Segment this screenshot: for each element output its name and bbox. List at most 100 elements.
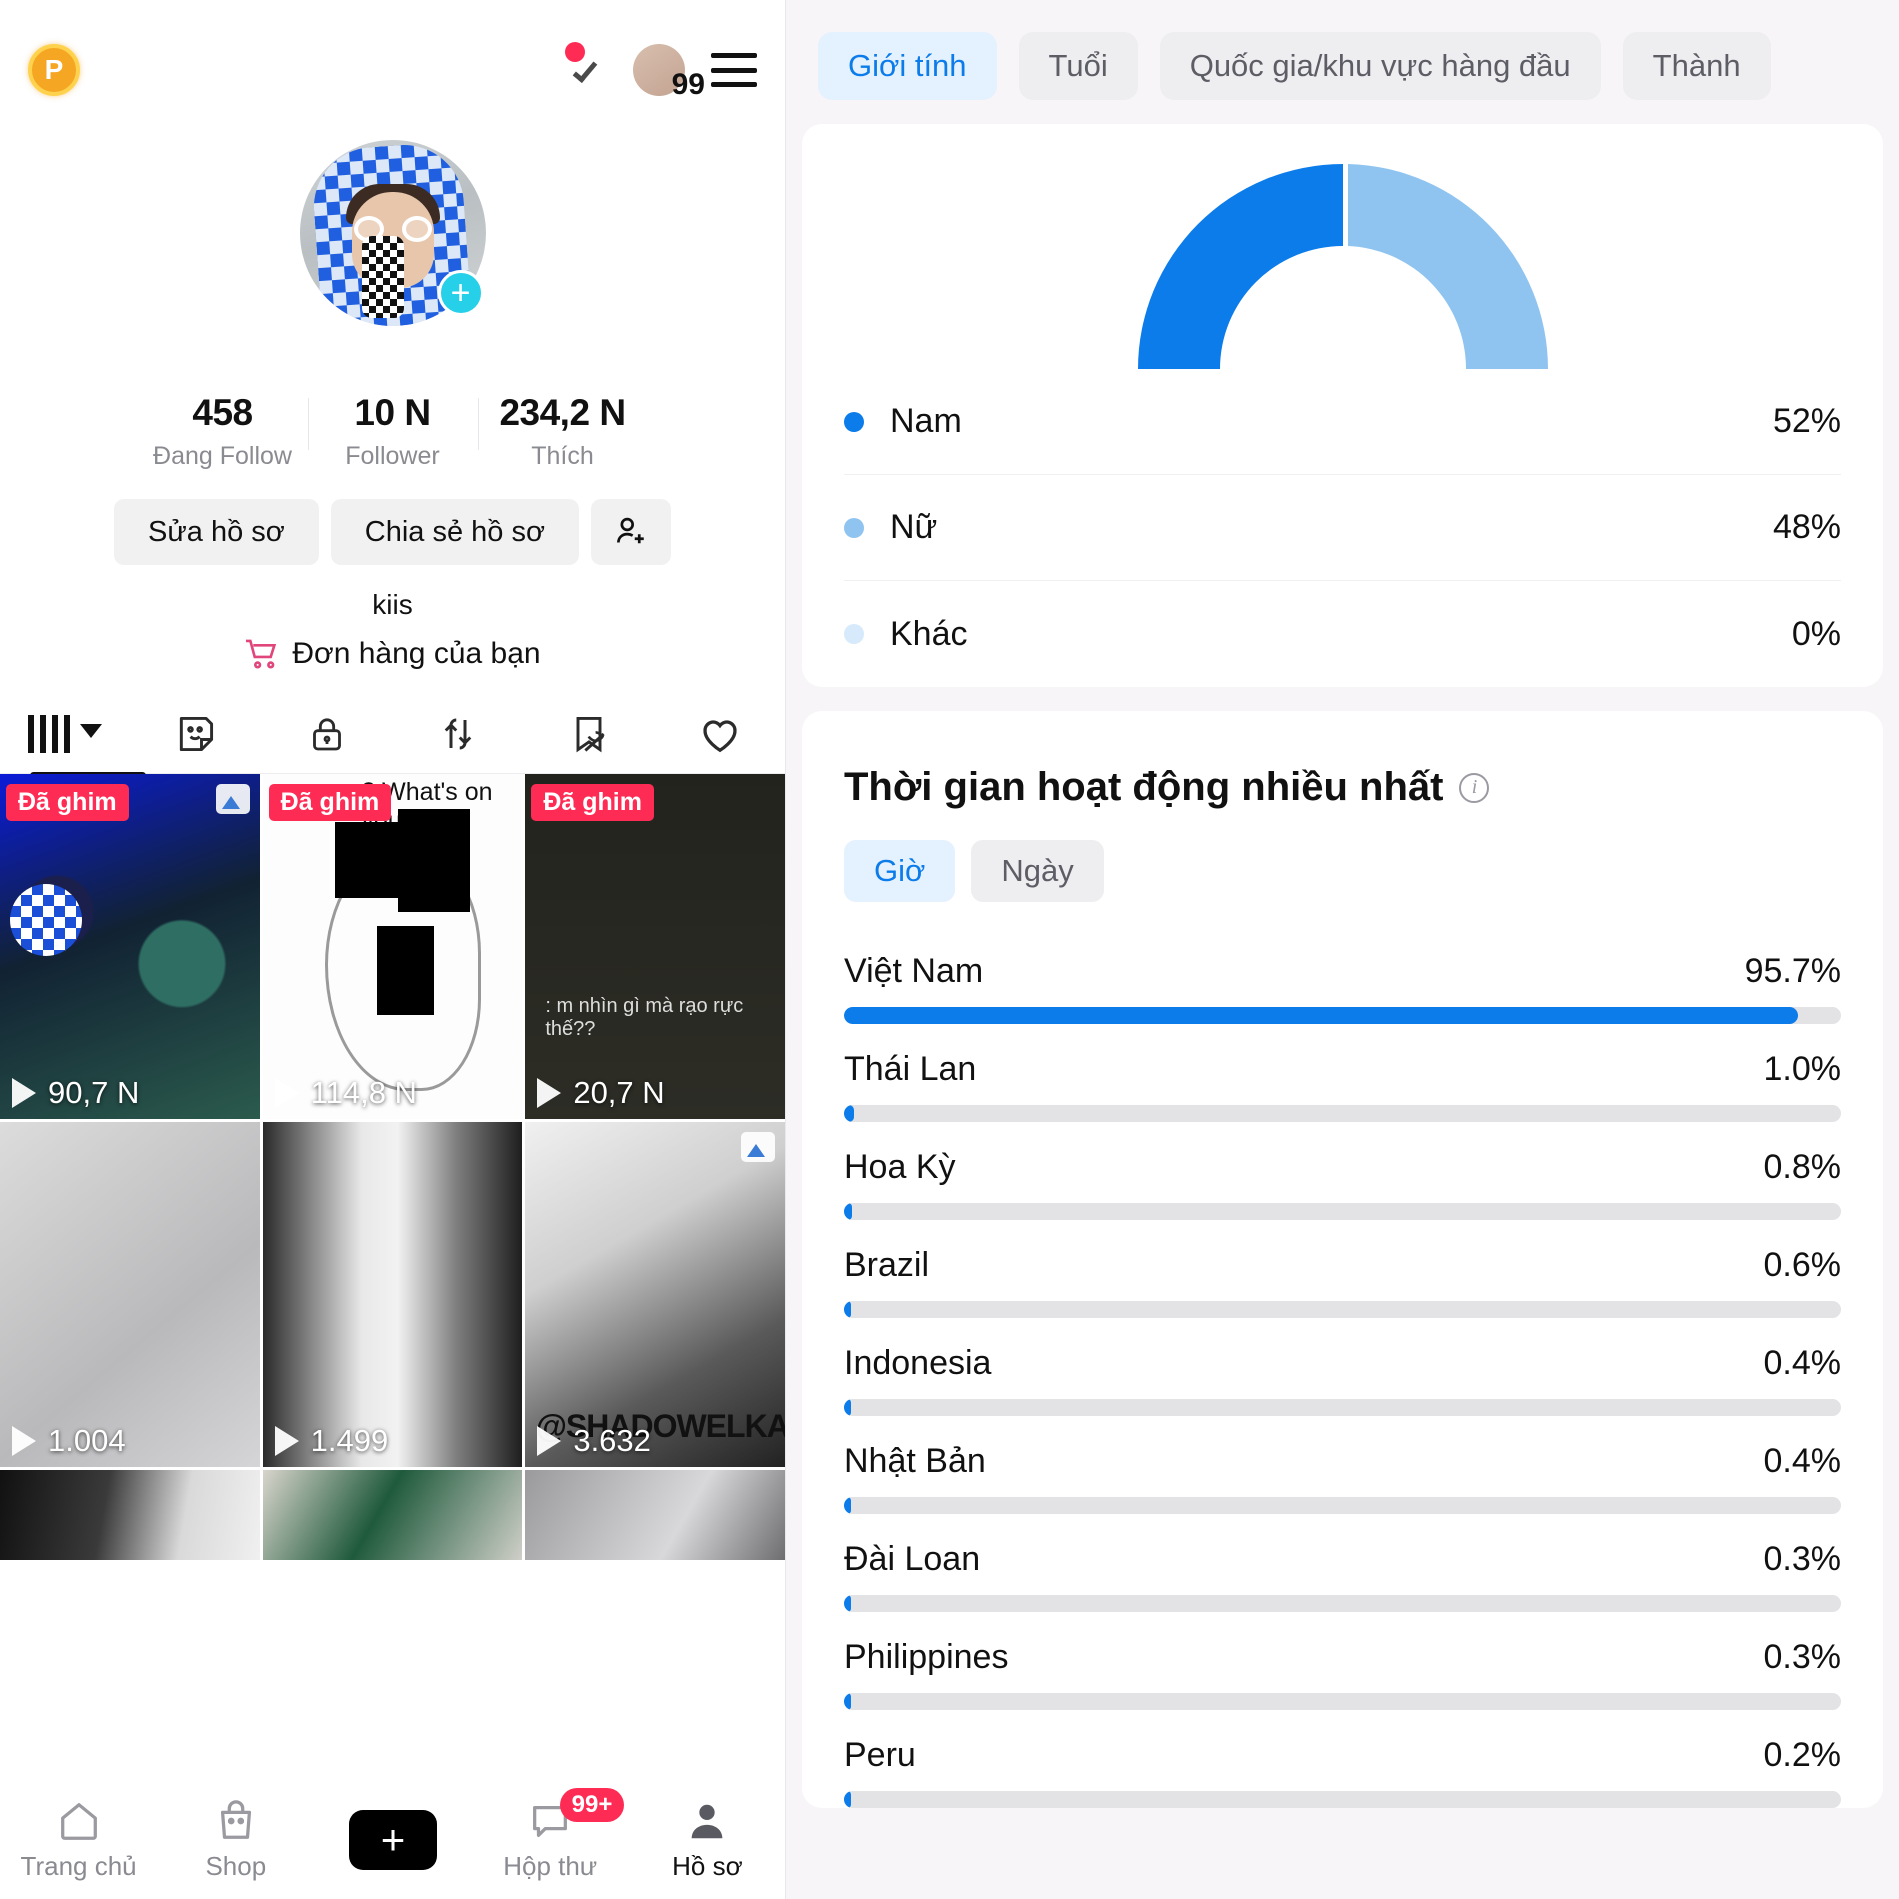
create-plus-icon[interactable]: + [341,1810,445,1870]
stat-label: Thích [531,442,594,470]
chevron-down-icon [80,724,103,738]
stat-value: 234,2 N [499,392,626,433]
bar-track [844,1399,1841,1416]
video-tile[interactable]: @SHADOWELKAISER 3.632 [525,1122,785,1467]
nav-profile[interactable]: Hồ sơ [629,1798,785,1882]
video-tile[interactable]: 1.499 [262,1122,523,1467]
pinned-badge: Đã ghim [531,784,654,821]
notification-dot [565,42,585,62]
nav-shop[interactable]: Shop [157,1798,314,1882]
bar-label: Thái Lan [844,1050,977,1088]
coin-reward-icon[interactable]: P [28,44,80,96]
pinned-badge: Đã ghim [268,784,392,821]
profile-username: kiis [372,589,413,620]
chip-top-countries[interactable]: Quốc gia/khu vực hàng đầu [1159,32,1601,100]
add-story-plus-icon[interactable]: + [437,270,484,316]
video-tile[interactable]: 1.004 [0,1122,260,1467]
nav-label: Hồ sơ [672,1851,743,1881]
bar-head: Đài Loan 0.3% [844,1540,1841,1579]
chip-cities[interactable]: Thành [1622,32,1771,100]
bar-track [844,1791,1841,1808]
stat-value: 458 [192,392,253,433]
bar-track [844,1203,1841,1220]
avatar[interactable]: + [299,140,486,326]
info-icon[interactable]: i [1459,772,1490,803]
edit-profile-button[interactable]: Sửa hồ sơ [114,499,319,565]
tab-sticker[interactable] [131,695,262,773]
bar-head: Peru 0.2% [844,1736,1841,1775]
view-count: 114,8 N [274,1075,417,1111]
bar-row-usa: Hoa Kỳ 0.8% [844,1122,1841,1220]
switch-account-avatar[interactable]: 99 [633,44,705,101]
bar-row-philippines: Philippines 0.3% [844,1612,1841,1710]
repost-icon [444,718,472,750]
lock-icon [313,718,341,751]
bar-value: 0.3% [1763,1638,1842,1676]
activity-title-row: Thời gian hoạt động nhiều nhất i [844,711,1841,840]
bar-head: Nhật Bản 0.4% [844,1442,1841,1481]
chip-hour[interactable]: Giờ [844,840,956,902]
stat-value: 10 N [354,392,431,433]
bar-row-brazil: Brazil 0.6% [844,1220,1841,1318]
half-donut-chart [1108,134,1578,369]
stat-followers[interactable]: 10 N Follower [307,392,478,471]
legend-value: 0% [1791,614,1841,653]
bar-fill [844,1105,854,1122]
view-count: 1.499 [274,1423,388,1459]
gender-gauge [844,124,1841,369]
bar-fill [844,1497,851,1514]
bar-value: 0.8% [1763,1148,1842,1186]
video-tile[interactable]: ? What's on your d? Đã ghim 114,8 N [262,774,523,1119]
bar-fill [844,1203,852,1220]
nav-inbox[interactable]: 99+ Hộp thư [472,1788,629,1882]
bar-track [844,1301,1841,1318]
censor-block [376,925,435,1016]
tab-saved[interactable] [523,695,654,773]
orders-label: Đơn hàng của bạn [292,637,541,670]
play-icon [12,1426,36,1456]
bar-track [844,1497,1841,1514]
bar-value: 95.7% [1744,952,1841,990]
legend-value: 48% [1772,508,1841,546]
legend-value: 52% [1772,402,1841,440]
bar-label: Brazil [844,1246,930,1284]
nav-create[interactable]: + [314,1810,471,1870]
grid-icon [28,715,71,753]
share-profile-button[interactable]: Chia sẻ hồ sơ [330,499,579,565]
bar-track [844,1105,1841,1122]
multi-photo-icon [740,1132,775,1162]
tab-private[interactable] [262,695,393,773]
bar-label: Peru [844,1736,916,1774]
video-tile[interactable]: Đã ghim : m nhìn gì mà rạo rực thế?? 20,… [525,774,785,1119]
video-tile[interactable]: Đã ghim 90,7 N [0,774,260,1119]
bar-row-peru: Peru 0.2% [844,1710,1841,1808]
shop-bag-icon [220,1800,251,1839]
bar-head: Brazil 0.6% [844,1246,1841,1285]
stat-likes[interactable]: 234,2 N Thích [477,392,648,471]
heart-icon [702,720,737,753]
burger-line [711,67,757,73]
chip-gender[interactable]: Giới tính [818,32,997,100]
your-orders-row[interactable]: Đơn hàng của bạn [0,637,785,671]
chip-day[interactable]: Ngày [971,840,1104,902]
tab-liked[interactable] [654,695,785,773]
bar-label: Việt Nam [844,952,984,990]
video-tile[interactable] [525,1470,785,1560]
activity-check-icon[interactable] [565,42,607,90]
bar-row-vietnam: Việt Nam 95.7% [844,926,1841,1024]
video-tile[interactable] [262,1470,523,1560]
play-icon [537,1426,562,1456]
view-count: 3.632 [537,1423,651,1459]
stat-following[interactable]: 458 Đang Follow [138,392,308,471]
tab-grid[interactable] [0,695,146,779]
chip-age[interactable]: Tuổi [1018,32,1138,100]
nav-home[interactable]: Trang chủ [0,1798,157,1882]
video-tile[interactable] [0,1470,260,1560]
add-friends-button[interactable] [591,499,671,565]
bar-head: Philippines 0.3% [844,1638,1841,1677]
avatar-phone-hand [361,236,404,318]
play-icon [274,1426,299,1456]
tab-reposts[interactable] [392,695,523,773]
legend-dot [844,624,864,644]
menu-hamburger-icon[interactable] [711,53,757,87]
